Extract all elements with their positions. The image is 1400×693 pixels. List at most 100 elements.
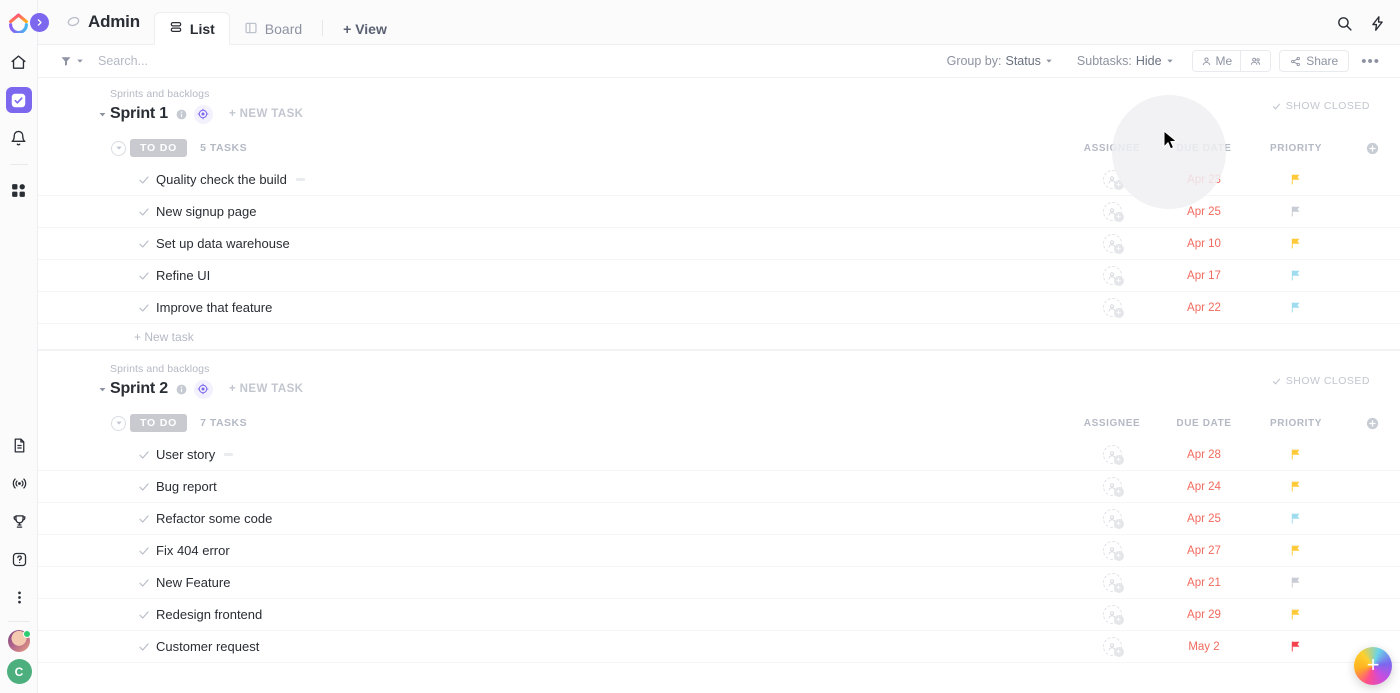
add-column-button[interactable] <box>1344 141 1400 156</box>
add-task-row[interactable]: + New task <box>38 324 1400 350</box>
column-header-assignee[interactable]: ASSIGNEE <box>1064 418 1160 429</box>
share-button[interactable]: Share <box>1279 50 1350 72</box>
filter-me-button[interactable]: Me <box>1192 51 1241 71</box>
task-row[interactable]: Redesign frontend + Apr 29 <box>38 599 1400 631</box>
task-priority[interactable] <box>1248 640 1344 653</box>
sidebar-item-dashboards[interactable] <box>6 177 32 203</box>
task-assignee[interactable]: + <box>1064 445 1160 465</box>
task-priority[interactable] <box>1248 480 1344 493</box>
task-priority[interactable] <box>1248 173 1344 186</box>
show-closed-button[interactable]: SHOW CLOSED <box>1272 100 1370 112</box>
task-complete-checkbox[interactable] <box>138 238 150 250</box>
task-assignee[interactable]: + <box>1064 477 1160 497</box>
add-view-button[interactable]: + View <box>329 13 401 45</box>
task-due-date[interactable]: Apr 21 <box>1160 577 1248 589</box>
task-due-date[interactable]: Apr 22 <box>1160 302 1248 314</box>
info-icon[interactable] <box>175 108 188 121</box>
task-complete-checkbox[interactable] <box>138 609 150 621</box>
task-row[interactable]: New signup page + Apr 25 <box>38 196 1400 228</box>
task-priority[interactable] <box>1248 608 1344 621</box>
task-priority[interactable] <box>1248 301 1344 314</box>
task-complete-checkbox[interactable] <box>138 174 150 186</box>
task-due-date[interactable]: Apr 27 <box>1160 545 1248 557</box>
task-row[interactable]: Improve that feature + Apr 22 <box>38 292 1400 324</box>
task-assignee[interactable]: + <box>1064 298 1160 318</box>
task-row[interactable]: New Feature + Apr 21 <box>38 567 1400 599</box>
avatar[interactable] <box>8 630 31 652</box>
collapse-caret-icon[interactable] <box>98 110 110 119</box>
task-due-date[interactable]: Apr 29 <box>1160 609 1248 621</box>
status-badge[interactable]: TO DO <box>130 139 188 157</box>
sidebar-item-docs[interactable] <box>6 432 32 458</box>
task-complete-checkbox[interactable] <box>138 577 150 589</box>
task-complete-checkbox[interactable] <box>138 641 150 653</box>
task-due-date[interactable]: Apr 17 <box>1160 270 1248 282</box>
task-complete-checkbox[interactable] <box>138 206 150 218</box>
task-assignee[interactable]: + <box>1064 266 1160 286</box>
task-complete-checkbox[interactable] <box>138 449 150 461</box>
task-row[interactable]: User story + Apr 28 <box>38 439 1400 471</box>
task-complete-checkbox[interactable] <box>138 302 150 314</box>
show-closed-button[interactable]: SHOW CLOSED <box>1272 375 1370 387</box>
task-priority[interactable] <box>1248 237 1344 250</box>
task-row[interactable]: Refine UI + Apr 17 <box>38 260 1400 292</box>
status-collapse-icon[interactable] <box>111 140 126 156</box>
workspace-avatar[interactable]: C <box>6 659 32 684</box>
status-collapse-icon[interactable] <box>111 415 126 431</box>
task-due-date[interactable]: Apr 28 <box>1160 449 1248 461</box>
task-row[interactable]: Set up data warehouse + Apr 10 <box>38 228 1400 260</box>
task-assignee[interactable]: + <box>1064 541 1160 561</box>
task-complete-checkbox[interactable] <box>138 513 150 525</box>
tab-board[interactable]: Board <box>230 13 316 45</box>
task-due-date[interactable]: Apr 24 <box>1160 481 1248 493</box>
task-complete-checkbox[interactable] <box>138 481 150 493</box>
task-row[interactable]: Bug report + Apr 24 <box>38 471 1400 503</box>
task-drag-handle[interactable] <box>224 453 234 456</box>
task-assignee[interactable]: + <box>1064 605 1160 625</box>
search-icon[interactable] <box>1336 15 1353 32</box>
column-header-priority[interactable]: PRIORITY <box>1248 143 1344 154</box>
task-assignee[interactable]: + <box>1064 573 1160 593</box>
task-row[interactable]: Customer request + May 2 <box>38 631 1400 663</box>
sidebar-item-tasks[interactable] <box>5 87 32 113</box>
subtasks-dropdown[interactable]: Subtasks: Hide <box>1065 54 1186 68</box>
column-header-priority[interactable]: PRIORITY <box>1248 418 1344 429</box>
sidebar-item-goals[interactable] <box>6 508 32 534</box>
status-badge[interactable]: TO DO <box>130 414 188 432</box>
lightning-icon[interactable] <box>1369 15 1386 32</box>
task-assignee[interactable]: + <box>1064 202 1160 222</box>
create-button[interactable]: + <box>1354 647 1392 685</box>
breadcrumb-space[interactable]: Admin <box>60 0 154 44</box>
sprint-target-icon[interactable] <box>193 104 213 124</box>
task-assignee[interactable]: + <box>1064 170 1160 190</box>
task-priority[interactable] <box>1248 205 1344 218</box>
task-priority[interactable] <box>1248 512 1344 525</box>
task-row[interactable]: Fix 404 error + Apr 27 <box>38 535 1400 567</box>
sidebar-item-broadcast[interactable] <box>6 470 32 496</box>
sprint-target-icon[interactable] <box>193 379 213 399</box>
more-options-button[interactable]: ••• <box>1349 53 1386 70</box>
task-complete-checkbox[interactable] <box>138 545 150 557</box>
task-complete-checkbox[interactable] <box>138 270 150 282</box>
task-due-date[interactable]: Apr 25 <box>1160 206 1248 218</box>
task-due-date[interactable]: Apr 25 <box>1160 513 1248 525</box>
task-due-date[interactable]: Apr 10 <box>1160 238 1248 250</box>
collapse-caret-icon[interactable] <box>98 385 110 394</box>
task-due-date[interactable]: Apr 23 <box>1160 174 1248 186</box>
task-row[interactable]: Refactor some code + Apr 25 <box>38 503 1400 535</box>
column-header-due-date[interactable]: DUE DATE <box>1160 418 1248 429</box>
sidebar-item-home[interactable] <box>6 49 32 75</box>
task-assignee[interactable]: + <box>1064 234 1160 254</box>
task-row[interactable]: Quality check the build + Apr 23 <box>38 164 1400 196</box>
search-input[interactable]: Search... <box>98 54 148 68</box>
new-task-button[interactable]: + NEW TASK <box>229 108 303 120</box>
tab-list[interactable]: List <box>153 12 230 45</box>
task-priority[interactable] <box>1248 269 1344 282</box>
sidebar-item-notifications[interactable] <box>6 125 32 151</box>
column-header-due-date[interactable]: DUE DATE <box>1160 143 1248 154</box>
sidebar-item-more[interactable] <box>6 584 32 610</box>
task-assignee[interactable]: + <box>1064 637 1160 657</box>
new-task-button[interactable]: + NEW TASK <box>229 383 303 395</box>
column-header-assignee[interactable]: ASSIGNEE <box>1064 143 1160 154</box>
sidebar-expand-button[interactable] <box>30 13 49 32</box>
